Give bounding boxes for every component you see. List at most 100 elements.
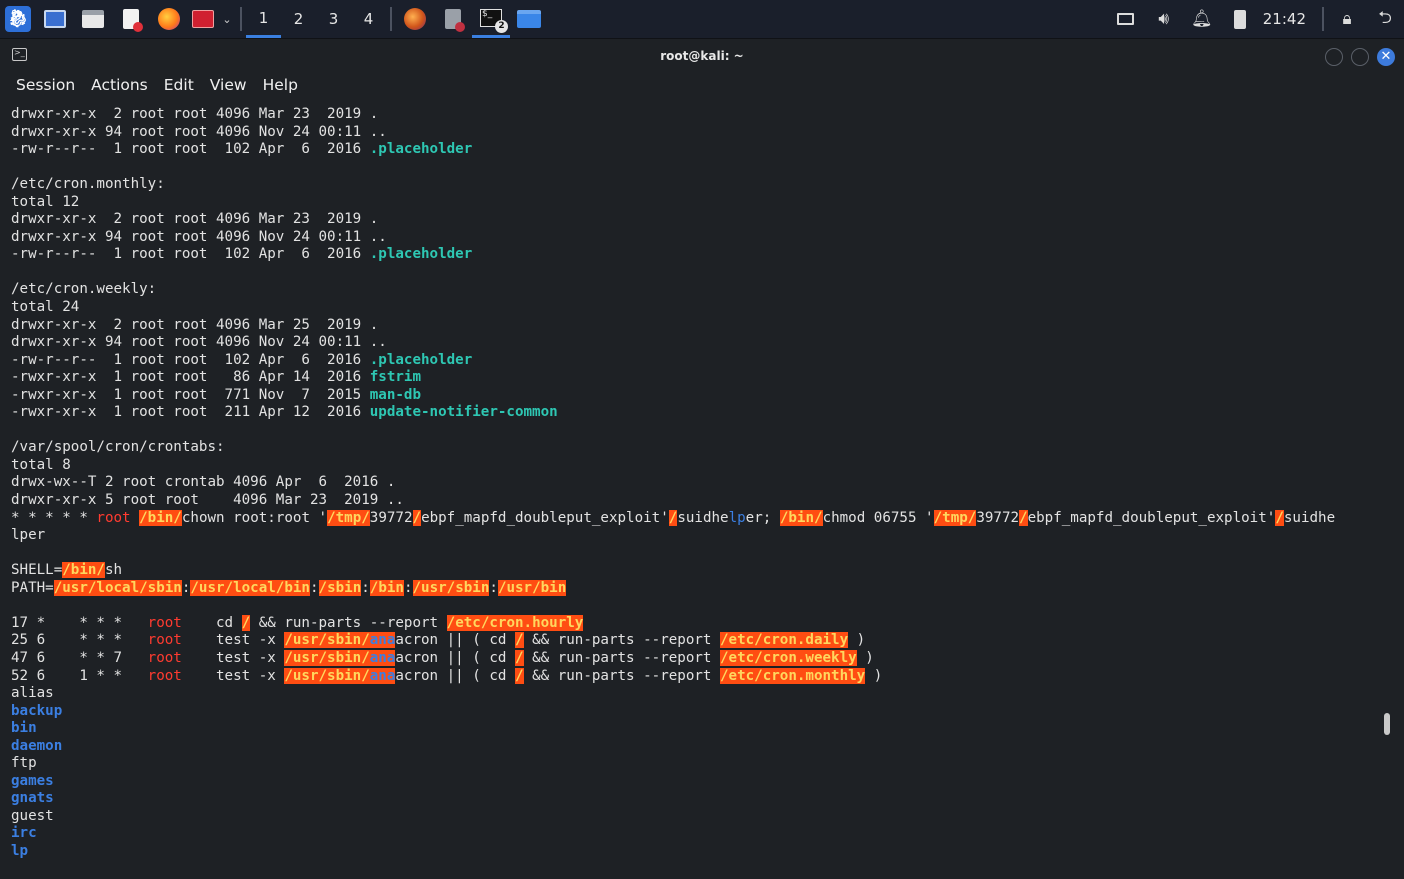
terminal-text-segment: ana <box>369 632 396 649</box>
display-settings-button[interactable] <box>1107 0 1145 38</box>
terminal-text-segment: 39772 <box>976 509 1020 526</box>
terminal-text-segment: /etc/cron.monthly <box>720 667 866 684</box>
minimize-button[interactable] <box>1325 48 1343 66</box>
task-terminal[interactable]: $_ 2 <box>472 0 510 38</box>
terminal-text-segment: /bin/ <box>62 562 105 579</box>
system-tray: 🔊︎ 🔔︎ 21:42 🔒︎ ⮌ <box>1107 0 1404 38</box>
terminal-text-segment: /usr/local/sbin <box>53 579 182 596</box>
lock-screen-button[interactable]: 🔒︎ <box>1328 0 1366 38</box>
workspace-2[interactable]: 2 <box>281 0 316 38</box>
terminal-scrollbar[interactable] <box>1384 713 1390 735</box>
terminal-line: lp <box>11 843 1391 861</box>
workspace-1[interactable]: 1 <box>246 0 281 38</box>
terminal-text-segment: root <box>147 667 182 684</box>
clock[interactable]: 21:42 <box>1259 10 1318 28</box>
window-count-badge: 2 <box>495 20 508 33</box>
terminal-text-segment: / <box>412 509 422 526</box>
terminal-text-segment: /usr/bin <box>497 579 567 596</box>
terminal-text-segment: root <box>96 509 131 526</box>
terminal-line: SHELL=/bin/sh <box>11 562 1391 580</box>
text-editor-launcher[interactable] <box>112 0 150 38</box>
volume-button[interactable]: 🔊︎ <box>1145 0 1183 38</box>
maximize-button[interactable] <box>1351 48 1369 66</box>
logout-icon: ⮌ <box>1378 7 1392 28</box>
terminal-text-segment: /bin/ <box>139 509 182 526</box>
top-panel: 🐉︎ ⌄ 1 2 3 4 $_ 2 🔊︎ 🔔︎ 21:42 🔒︎ ⮌ <box>0 0 1404 38</box>
terminal-text-segment: -rw-r--r-- 1 root root 102 Apr 6 2016 <box>11 351 370 368</box>
battery-button[interactable] <box>1221 0 1259 38</box>
terminal-line: * * * * * root /bin/chown root:root '/tm… <box>11 509 1391 528</box>
terminal-text-segment: /etc/cron.daily <box>720 632 849 649</box>
terminal-text-segment: ) <box>848 632 866 649</box>
menu-actions[interactable]: Actions <box>91 76 148 94</box>
terminal-text-segment: /etc/cron.weekly <box>720 649 857 666</box>
kali-menu-button[interactable]: 🐉︎ <box>0 0 36 38</box>
terminal-text-segment: /etc/cron.monthly: <box>11 176 165 193</box>
logout-button[interactable]: ⮌ <box>1366 0 1404 38</box>
terminal-text-segment: chmod 06755 ' <box>822 509 934 526</box>
terminal-line: drwxr-xr-x 94 root root 4096 Nov 24 00:1… <box>11 124 1391 142</box>
terminal-launcher[interactable] <box>188 0 218 38</box>
terminal-text-segment: ebpf_mapfd_doubleput_exploit' <box>421 509 669 526</box>
firefox-launcher[interactable] <box>150 0 188 38</box>
terminal-text-segment: : <box>361 579 370 596</box>
menu-edit[interactable]: Edit <box>164 76 194 94</box>
terminal-text-segment: test -x <box>181 649 285 666</box>
menu-session[interactable]: Session <box>16 76 75 94</box>
terminal-text-segment: backup <box>11 702 63 719</box>
terminal-text-segment: / <box>1019 509 1028 526</box>
terminal-line: daemon <box>11 738 1391 756</box>
terminal-text-segment: /usr/sbin <box>412 579 490 596</box>
terminal-text-segment: && run-parts --report <box>250 614 447 631</box>
desktop-icon <box>44 10 66 28</box>
launcher-dropdown-chevron-icon[interactable]: ⌄ <box>218 0 236 38</box>
task-text-editor[interactable] <box>434 0 472 38</box>
terminal-line: 47 6 * * 7 root test -x /usr/sbin/anaacr… <box>11 649 1391 668</box>
terminal-text-segment: acron || ( cd <box>395 667 515 684</box>
terminal-line: guest <box>11 808 1391 826</box>
file-manager-launcher[interactable] <box>74 0 112 38</box>
terminal-text-segment: man-db <box>369 386 421 403</box>
terminal-text-segment: .placeholder <box>369 351 473 368</box>
terminal-text-segment: drwxr-xr-x 2 root root 4096 Mar 25 2019 … <box>11 316 379 333</box>
lock-icon: 🔒︎ <box>1342 9 1352 29</box>
terminal-text-segment: drwxr-xr-x 94 root root 4096 Nov 24 00:1… <box>11 334 387 351</box>
terminal-text-segment: er; <box>745 509 780 526</box>
workspace-label: 4 <box>363 10 374 28</box>
terminal-text-segment: suidhe <box>677 509 729 526</box>
close-button[interactable]: ✕ <box>1377 48 1395 66</box>
terminal-line: total 24 <box>11 299 1391 317</box>
terminal-line: -rw-r--r-- 1 root root 102 Apr 6 2016 .p… <box>11 352 1391 370</box>
window-title: root@kali: ~ <box>660 49 744 63</box>
terminal-text-segment: / <box>514 667 524 684</box>
task-file-manager[interactable] <box>510 0 548 38</box>
terminal-text-segment: test -x <box>181 667 285 684</box>
menu-view[interactable]: View <box>210 76 247 94</box>
window-titlebar[interactable]: >_ root@kali: ~ ✕ <box>0 39 1404 73</box>
close-icon: ✕ <box>1380 49 1392 64</box>
terminal-line: games <box>11 773 1391 791</box>
terminal-output[interactable]: drwxr-xr-x 2 root root 4096 Mar 23 2019 … <box>11 106 1391 876</box>
terminal-line: drwx-wx--T 2 root crontab 4096 Apr 6 201… <box>11 474 1391 492</box>
speaker-icon: 🔊︎ <box>1158 9 1170 29</box>
text-editor-icon <box>123 9 143 32</box>
terminal-text-segment: cd <box>181 614 242 631</box>
terminal-window: >_ root@kali: ~ ✕ Session Actions Edit V… <box>0 38 1404 879</box>
terminal-line: -rw-r--r-- 1 root root 102 Apr 6 2016 .p… <box>11 141 1391 159</box>
workspace-4[interactable]: 4 <box>351 0 386 38</box>
terminal-line: /etc/cron.weekly: <box>11 281 1391 299</box>
show-desktop-button[interactable] <box>36 0 74 38</box>
terminal-line: -rwxr-xr-x 1 root root 211 Apr 12 2016 u… <box>11 404 1391 422</box>
terminal-line: alias <box>11 685 1391 703</box>
terminal-text-segment: SHELL= <box>11 562 63 579</box>
menu-help[interactable]: Help <box>263 76 298 94</box>
battery-icon <box>1233 9 1246 29</box>
notifications-button[interactable]: 🔔︎ <box>1183 0 1221 38</box>
workspace-3[interactable]: 3 <box>316 0 351 38</box>
terminal-text-segment: drwxr-xr-x 94 root root 4096 Nov 24 00:1… <box>11 228 387 245</box>
terminal-text-segment: /usr/sbin/ <box>284 667 370 684</box>
task-firefox[interactable] <box>396 0 434 38</box>
terminal-text-segment: root <box>147 649 182 666</box>
